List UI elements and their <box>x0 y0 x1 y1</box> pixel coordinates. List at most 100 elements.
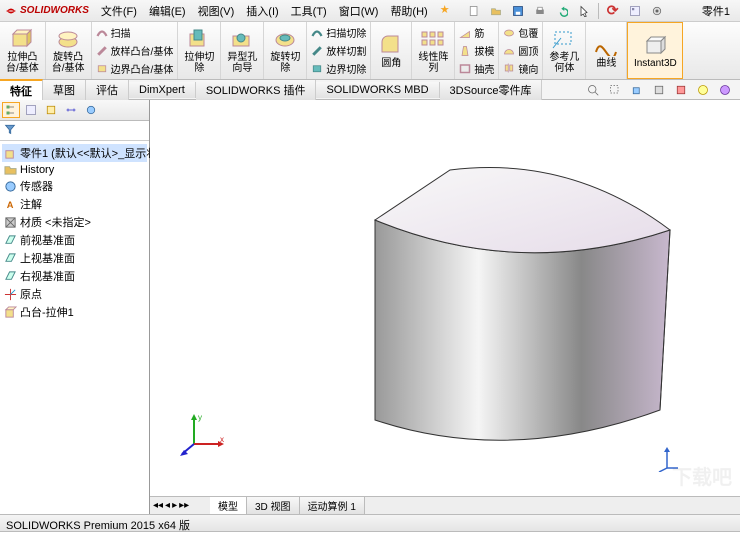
bottom-tab-model[interactable]: 模型 <box>210 497 247 514</box>
tab-addins[interactable]: SOLIDWORKS 插件 <box>196 80 317 100</box>
menu-file[interactable]: 文件(F) <box>97 1 141 21</box>
tree-root[interactable]: 零件1 (默认<<默认>_显示状态 1>) <box>2 144 147 162</box>
loft-boss-label: 放样凸台/基体 <box>111 43 174 58</box>
fm-tab-property-icon[interactable] <box>22 102 40 118</box>
instant3d-button[interactable]: Instant3D <box>627 22 683 79</box>
sweep-boss-button[interactable]: 扫描 <box>96 24 131 42</box>
save-icon[interactable] <box>510 3 526 19</box>
fm-tab-config-icon[interactable] <box>42 102 60 118</box>
section-view-icon[interactable] <box>674 83 688 97</box>
settings-icon[interactable] <box>649 3 665 19</box>
tree-top-label: 上视基准面 <box>20 250 75 266</box>
tab-mbd[interactable]: SOLIDWORKS MBD <box>316 82 439 98</box>
graphics-viewport[interactable]: y x 下载吧 ◂◂ ◂ ▸ ▸▸ 模型 3D 视图 运动算例 1 <box>150 100 740 514</box>
fm-tab-icons <box>0 100 149 121</box>
tree-feature-extrude[interactable]: 凸台-拉伸1 <box>2 303 147 321</box>
sweep-cut-button[interactable]: 扫描切除 <box>311 24 366 42</box>
boundary-cut-label: 边界切除 <box>326 61 366 76</box>
revolve-cut-label: 旋转切 除 <box>270 52 300 74</box>
select-icon[interactable] <box>576 3 592 19</box>
loft-cut-button[interactable]: 放样切割 <box>311 42 366 60</box>
tree-annotations[interactable]: A注解 <box>2 195 147 213</box>
tab-nav-next-icon[interactable]: ▸ <box>172 500 177 511</box>
tree-top-plane[interactable]: 上视基准面 <box>2 249 147 267</box>
options-icon[interactable] <box>627 3 643 19</box>
tab-evaluate[interactable]: 评估 <box>86 80 129 100</box>
fm-tab-tree-icon[interactable] <box>2 102 20 118</box>
extrude-cut-button[interactable]: 拉伸切 除 <box>178 22 221 79</box>
view-triad[interactable]: y x <box>180 410 228 458</box>
document-title: 零件1 <box>702 3 736 19</box>
menu-insert[interactable]: 插入(I) <box>242 1 282 21</box>
tab-3dsource[interactable]: 3DSource零件库 <box>440 80 543 100</box>
draft-label: 拔模 <box>474 43 494 58</box>
menu-window[interactable]: 窗口(W) <box>335 1 383 21</box>
tree-front-plane[interactable]: 前视基准面 <box>2 231 147 249</box>
curves-button[interactable]: 曲线 <box>586 22 627 79</box>
extrude-boss-button[interactable]: 拉伸凸 台/基体 <box>0 22 46 79</box>
open-icon[interactable] <box>488 3 504 19</box>
extrude-cut-icon <box>185 27 213 51</box>
dome-button[interactable]: 圆顶 <box>503 42 538 60</box>
linear-pattern-button[interactable]: 线性阵 列 <box>412 22 455 79</box>
view-orientation-icon[interactable] <box>630 83 644 97</box>
rebuild-icon[interactable]: ⟳ <box>605 3 621 19</box>
tab-nav-first-icon[interactable]: ◂◂ <box>153 500 163 511</box>
origin-icon <box>4 288 17 301</box>
tree-sensors-label: 传感器 <box>20 178 53 194</box>
curves-label: 曲线 <box>596 58 616 69</box>
hole-wizard-button[interactable]: 异型孔 向导 <box>221 22 264 79</box>
tree-material[interactable]: 材质 <未指定> <box>2 213 147 231</box>
menu-help[interactable]: 帮助(H) <box>386 1 431 21</box>
mirror-button[interactable]: 镜向 <box>503 59 538 77</box>
tab-sketch[interactable]: 草图 <box>43 80 86 100</box>
undo-icon[interactable] <box>554 3 570 19</box>
tree-history[interactable]: History <box>2 162 147 177</box>
menu-tools[interactable]: 工具(T) <box>287 1 331 21</box>
revolve-cut-button[interactable]: 旋转切 除 <box>264 22 307 79</box>
wrap-button[interactable]: 包覆 <box>503 24 538 42</box>
revolve-boss-button[interactable]: 旋转凸 台/基体 <box>46 22 92 79</box>
loft-boss-button[interactable]: 放样凸台/基体 <box>96 42 174 60</box>
filter-icon[interactable] <box>4 123 16 135</box>
annotation-icon: A <box>4 198 17 211</box>
tree-right-label: 右视基准面 <box>20 268 75 284</box>
ref-geometry-button[interactable]: 参考几 何体 <box>543 22 586 79</box>
linear-pattern-label: 线性阵 列 <box>418 52 448 74</box>
tree-front-label: 前视基准面 <box>20 232 75 248</box>
fillet-button[interactable]: 圆角 <box>371 22 412 79</box>
print-icon[interactable] <box>532 3 548 19</box>
menu-view[interactable]: 视图(V) <box>194 1 239 21</box>
tab-features[interactable]: 特征 <box>0 79 43 101</box>
menu-edit[interactable]: 编辑(E) <box>145 1 190 21</box>
scene-icon[interactable] <box>696 83 710 97</box>
tree-sensors[interactable]: 传感器 <box>2 177 147 195</box>
boundary-cut-button[interactable]: 边界切除 <box>311 59 366 77</box>
zoom-area-icon[interactable] <box>608 83 622 97</box>
tree-right-plane[interactable]: 右视基准面 <box>2 267 147 285</box>
model-render <box>150 100 740 514</box>
loft-cut-label: 放样切割 <box>326 43 366 58</box>
new-icon[interactable] <box>466 3 482 19</box>
draft-button[interactable]: 拔模 <box>459 42 494 60</box>
bottom-tab-3dview[interactable]: 3D 视图 <box>247 497 300 514</box>
instant3d-icon <box>641 33 669 57</box>
sweep-boss-label: 扫描 <box>111 25 131 40</box>
tab-nav-last-icon[interactable]: ▸▸ <box>179 500 189 511</box>
fm-tab-dim-icon[interactable] <box>62 102 80 118</box>
features-small-2: 包覆 圆顶 镜向 <box>499 22 543 79</box>
rib-button[interactable]: 筋 <box>459 24 484 42</box>
zoom-fit-icon[interactable] <box>586 83 600 97</box>
curves-icon <box>592 33 620 57</box>
fm-tab-display-icon[interactable] <box>82 102 100 118</box>
tab-nav-prev-icon[interactable]: ◂ <box>165 500 170 511</box>
display-style-icon[interactable] <box>652 83 666 97</box>
menu-star-icon[interactable]: ★ <box>436 1 454 21</box>
work-area: 零件1 (默认<<默认>_显示状态 1>) History 传感器 A注解 材质… <box>0 100 740 514</box>
boundary-boss-button[interactable]: 边界凸台/基体 <box>96 59 174 77</box>
shell-button[interactable]: 抽壳 <box>459 59 494 77</box>
bottom-tab-motion[interactable]: 运动算例 1 <box>300 497 365 514</box>
tree-origin[interactable]: 原点 <box>2 285 147 303</box>
appearance-icon[interactable] <box>718 83 732 97</box>
tab-dimxpert[interactable]: DimXpert <box>129 82 196 98</box>
